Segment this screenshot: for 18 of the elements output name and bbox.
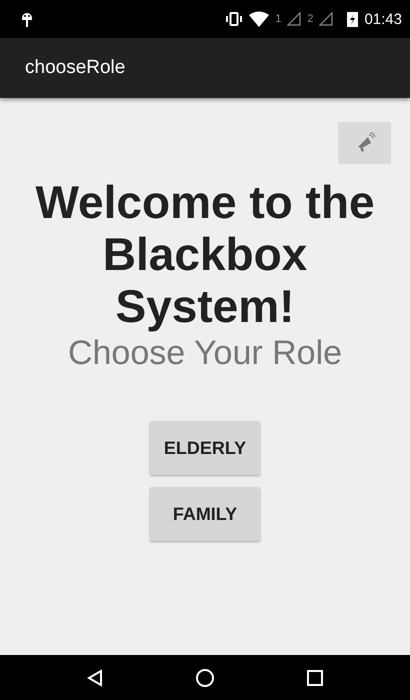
clock: 01:43	[364, 10, 402, 28]
role-button[interactable]: ELDERLY	[150, 421, 260, 475]
app-title: chooseRole	[25, 57, 126, 79]
recents-icon[interactable]	[306, 668, 324, 686]
role-button[interactable]: FAMILY	[150, 487, 260, 541]
signal-icon	[319, 12, 334, 26]
choose-role-subheading: Choose Your Role	[68, 334, 342, 373]
vibrate-icon	[225, 12, 244, 26]
signal-icon	[287, 12, 302, 26]
battery-charging-icon	[347, 11, 358, 27]
wifi-icon	[249, 11, 270, 27]
back-icon[interactable]	[86, 668, 104, 686]
welcome-heading: Welcome to the Blackbox System!	[34, 176, 376, 332]
sim-label: 2	[307, 13, 314, 25]
android-icon	[20, 10, 34, 28]
home-icon[interactable]	[194, 668, 215, 688]
megaphone-button[interactable]	[338, 122, 391, 164]
sim-label: 1	[275, 13, 282, 25]
